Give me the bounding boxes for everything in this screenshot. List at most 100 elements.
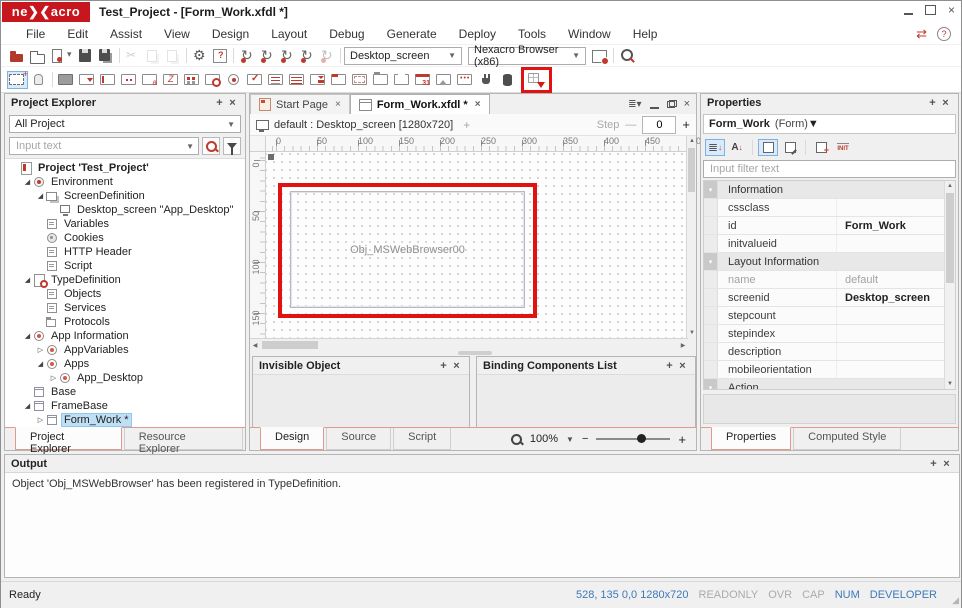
scroll-thumb[interactable] xyxy=(688,148,695,192)
zoom-slider-thumb[interactable] xyxy=(637,434,646,443)
collapse-icon[interactable]: ◢ xyxy=(22,402,33,410)
property-target-select[interactable]: Form_Work (Form) ▼ xyxy=(703,114,956,134)
save-all-icon[interactable] xyxy=(96,47,116,65)
scroll-right-icon[interactable]: ▶ xyxy=(678,340,688,350)
collapse-icon[interactable]: ◢ xyxy=(35,360,46,368)
radio-icon[interactable] xyxy=(224,71,245,89)
close-icon[interactable]: × xyxy=(676,360,689,372)
splitter-grip[interactable] xyxy=(458,351,492,355)
menu-deploy[interactable]: Deploy xyxy=(448,27,507,41)
tree-search-input[interactable] xyxy=(14,139,186,153)
find-quick-icon[interactable] xyxy=(617,47,637,65)
scroll-thumb[interactable] xyxy=(946,193,954,283)
design-canvas[interactable]: Obj_MSWebBrowser00 xyxy=(266,152,688,338)
search-button[interactable] xyxy=(202,137,220,155)
collapse-icon[interactable]: ◢ xyxy=(35,192,46,200)
div-icon[interactable] xyxy=(350,71,371,89)
copy-icon[interactable] xyxy=(143,47,163,65)
prop-row-initvalueid[interactable]: initvalueid xyxy=(704,235,944,253)
pin-icon[interactable]: + xyxy=(213,97,226,109)
minimize-doc-icon[interactable] xyxy=(650,107,659,109)
screen-select[interactable]: Desktop_screen▼ xyxy=(344,47,462,65)
run-form-icon[interactable] xyxy=(257,47,277,65)
textarea-icon[interactable] xyxy=(140,71,161,89)
property-scrollbar[interactable]: ▲ ▼ xyxy=(944,181,955,389)
prop-category-layout-information[interactable]: ▾Layout Information xyxy=(704,253,944,271)
run-project-icon[interactable] xyxy=(237,47,257,65)
collapse-icon[interactable]: ◢ xyxy=(22,178,33,186)
maskedit-icon[interactable] xyxy=(119,71,140,89)
horizontal-scrollbar[interactable]: ◀ ▶ xyxy=(250,338,688,350)
caret-down-icon[interactable] xyxy=(67,47,76,65)
tree-item-script[interactable]: Script xyxy=(5,259,245,273)
menu-edit[interactable]: Edit xyxy=(56,27,99,41)
paste-icon[interactable] xyxy=(163,47,183,65)
tab-source[interactable]: Source xyxy=(326,428,391,450)
hand-tool-icon[interactable] xyxy=(28,71,49,89)
prop-row-cssclass[interactable]: cssclass xyxy=(704,199,944,217)
tab-icon[interactable] xyxy=(329,71,350,89)
scroll-thumb[interactable] xyxy=(262,341,318,349)
zoom-in-button[interactable]: + xyxy=(678,432,686,447)
imageviewer-icon[interactable] xyxy=(434,71,455,89)
restore-doc-icon[interactable] xyxy=(667,100,676,108)
close-tab-icon[interactable]: × xyxy=(475,99,481,110)
filter-button[interactable] xyxy=(223,137,241,155)
resize-grip-icon[interactable]: ◢ xyxy=(952,595,959,606)
tree-item-framebase[interactable]: ◢FrameBase xyxy=(5,399,245,413)
close-doc-icon[interactable]: × xyxy=(684,98,690,110)
step-increase-button[interactable]: + xyxy=(682,117,690,132)
prop-row-stepindex[interactable]: stepindex xyxy=(704,325,944,343)
browser-select[interactable]: Nexacro Browser (x86)▼ xyxy=(468,47,586,65)
tree-item-services[interactable]: Services xyxy=(5,301,245,315)
prop-row-name[interactable]: namedefault xyxy=(704,271,944,289)
tree-item-apps[interactable]: ◢Apps xyxy=(5,357,245,371)
listbox-icon[interactable] xyxy=(266,71,287,89)
editex-icon[interactable] xyxy=(203,71,224,89)
open-file-icon[interactable] xyxy=(27,47,47,65)
dataset-icon[interactable] xyxy=(497,71,518,89)
tab-form-work[interactable]: Form_Work.xfdl * × xyxy=(350,94,490,114)
checkbox-icon[interactable] xyxy=(245,71,266,89)
groupbox-icon[interactable] xyxy=(392,71,413,89)
button-icon[interactable] xyxy=(56,71,77,89)
prop-row-stepcount[interactable]: stepcount xyxy=(704,307,944,325)
prop-row-screenid[interactable]: screenidDesktop_screen xyxy=(704,289,944,307)
tree-item-app-desktop[interactable]: ▷App_Desktop xyxy=(5,371,245,385)
tree-item-project-test-project[interactable]: Project 'Test_Project' xyxy=(5,161,245,175)
tree-item-cookies[interactable]: Cookies xyxy=(5,231,245,245)
zoom-slider[interactable] xyxy=(596,438,670,440)
maximize-icon[interactable] xyxy=(925,5,936,15)
tree-item-objects[interactable]: Objects xyxy=(5,287,245,301)
prop-category-information[interactable]: ▾Information xyxy=(704,181,944,199)
spin-icon[interactable] xyxy=(308,71,329,89)
run-quick-icon[interactable] xyxy=(297,47,317,65)
close-icon[interactable]: × xyxy=(450,360,463,372)
plugin-icon[interactable] xyxy=(476,71,497,89)
chevron-down-icon[interactable]: ▼ xyxy=(566,435,574,444)
tree-item-app-information[interactable]: ◢App Information xyxy=(5,329,245,343)
collapse-icon[interactable]: ◢ xyxy=(22,332,33,340)
sort-category-icon[interactable] xyxy=(705,139,725,156)
collapse-icon[interactable]: ◢ xyxy=(22,276,33,284)
calc-icon[interactable] xyxy=(182,71,203,89)
menu-window[interactable]: Window xyxy=(557,27,622,41)
close-tab-icon[interactable]: × xyxy=(335,99,341,110)
menu-debug[interactable]: Debug xyxy=(318,27,375,41)
pin-icon[interactable]: + xyxy=(663,360,676,372)
scroll-left-icon[interactable]: ◀ xyxy=(250,340,260,350)
sort-alpha-icon[interactable] xyxy=(727,139,747,156)
zoom-out-button[interactable]: − xyxy=(582,433,588,445)
edit-icon[interactable] xyxy=(98,71,119,89)
menu-generate[interactable]: Generate xyxy=(376,27,448,41)
close-icon[interactable]: × xyxy=(948,4,955,16)
open-project-icon[interactable] xyxy=(7,47,27,65)
add-layout-button[interactable]: + xyxy=(463,118,470,132)
tab-start-page[interactable]: Start Page × xyxy=(250,94,350,114)
menu-assist[interactable]: Assist xyxy=(99,27,153,41)
prop-init-icon[interactable] xyxy=(833,139,853,156)
help-icon[interactable]: ? xyxy=(937,27,951,41)
menu-view[interactable]: View xyxy=(153,27,201,41)
origin-handle[interactable] xyxy=(268,154,274,160)
prop-row-mobileorientation[interactable]: mobileorientation xyxy=(704,361,944,379)
